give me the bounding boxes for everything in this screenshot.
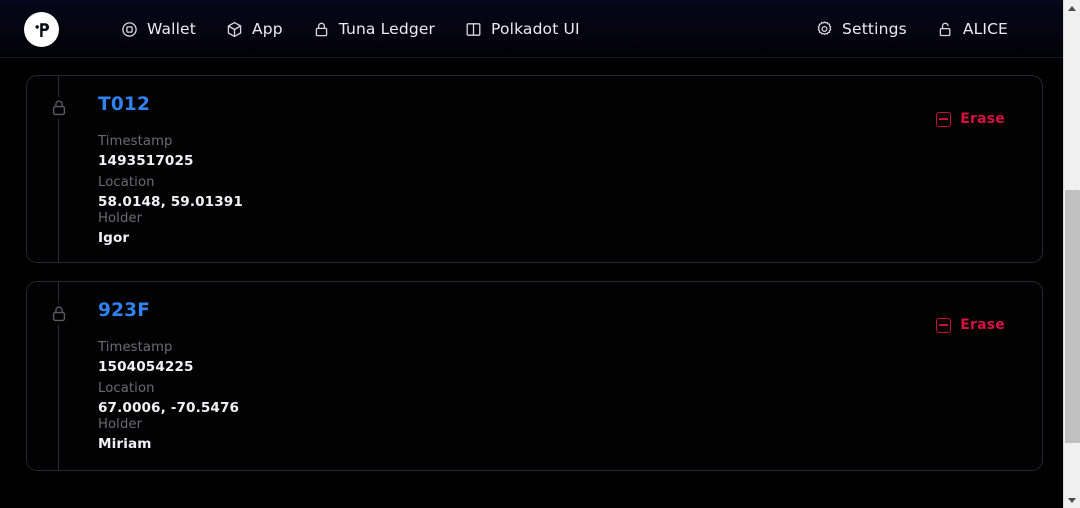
app-root: Wallet App Tuna Ledger Polkadot UI Setti… — [0, 0, 1080, 508]
field-value: Igor — [98, 229, 130, 246]
field-label: Timestamp — [98, 134, 173, 149]
panel-layout-icon — [465, 21, 482, 38]
secondary-nav: Settings ALICE — [801, 0, 1023, 58]
field-value: 1504054225 — [98, 358, 194, 375]
scroll-down-arrow-icon[interactable] — [1064, 492, 1080, 508]
vertical-scrollbar[interactable] — [1063, 0, 1080, 508]
card-body: 923F Timestamp 1504054225 Location 67.00… — [98, 282, 1028, 470]
top-navigation-bar: Wallet App Tuna Ledger Polkadot UI Setti… — [0, 0, 1063, 58]
ledger-list: T012 Timestamp 1493517025 Location 58.01… — [0, 58, 1063, 508]
field-label: Holder — [98, 211, 143, 226]
ledger-card[interactable]: T012 Timestamp 1493517025 Location 58.01… — [26, 75, 1043, 263]
nav-item-label: Polkadot UI — [491, 20, 580, 38]
lock-closed-icon — [313, 21, 330, 38]
nav-item-app[interactable]: App — [211, 14, 298, 44]
field-label: Holder — [98, 417, 143, 432]
gear-icon — [816, 21, 833, 38]
page-viewport: Wallet App Tuna Ledger Polkadot UI Setti… — [0, 0, 1063, 508]
field-label: Location — [98, 175, 155, 190]
polkadot-logo[interactable] — [24, 12, 59, 47]
field-location: Location 58.0148, 59.01391 — [98, 174, 243, 212]
lock-closed-icon — [49, 97, 69, 119]
field-timestamp: Timestamp 1504054225 — [98, 339, 194, 377]
erase-button-label: Erase — [960, 317, 1005, 333]
nav-item-label: Settings — [842, 20, 907, 38]
field-holder: Holder Miriam — [98, 416, 152, 454]
field-value: Miriam — [98, 435, 152, 452]
field-label: Timestamp — [98, 340, 173, 355]
lock-open-icon — [937, 21, 954, 38]
nav-item-label: App — [251, 20, 283, 38]
erase-button[interactable]: Erase — [936, 317, 1005, 333]
minus-square-icon — [936, 317, 952, 333]
nav-item-wallet[interactable]: Wallet — [106, 14, 211, 44]
erase-button-label: Erase — [960, 111, 1005, 127]
lock-closed-icon — [49, 303, 69, 325]
field-label: Location — [98, 381, 155, 396]
field-value: 67.0006, -70.5476 — [98, 399, 240, 416]
nav-item-settings[interactable]: Settings — [801, 14, 922, 44]
field-value: 1493517025 — [98, 152, 194, 169]
wallet-circle-icon — [121, 21, 138, 38]
field-timestamp: Timestamp 1493517025 — [98, 133, 194, 171]
nav-item-label: Tuna Ledger — [338, 20, 436, 38]
primary-nav: Wallet App Tuna Ledger Polkadot UI — [106, 0, 595, 58]
field-location: Location 67.0006, -70.5476 — [98, 380, 239, 418]
nav-item-label: Wallet — [147, 20, 196, 38]
field-holder: Holder Igor — [98, 210, 142, 248]
card-title: T012 — [98, 94, 151, 115]
nav-item-account-alice[interactable]: ALICE — [922, 14, 1023, 44]
nav-item-label: ALICE — [962, 20, 1008, 38]
scroll-up-arrow-icon[interactable] — [1064, 0, 1080, 16]
field-value: 58.0148, 59.01391 — [98, 193, 243, 210]
scrollbar-thumb[interactable] — [1065, 190, 1080, 443]
nav-item-tuna-ledger[interactable]: Tuna Ledger — [298, 14, 450, 44]
card-title: 923F — [98, 300, 151, 321]
nav-item-polkadot-ui[interactable]: Polkadot UI — [450, 14, 595, 44]
erase-button[interactable]: Erase — [936, 111, 1005, 127]
ledger-card[interactable]: 923F Timestamp 1504054225 Location 67.00… — [26, 281, 1043, 471]
cube-icon — [226, 21, 243, 38]
card-body: T012 Timestamp 1493517025 Location 58.01… — [98, 76, 1028, 262]
minus-square-icon — [936, 111, 952, 127]
